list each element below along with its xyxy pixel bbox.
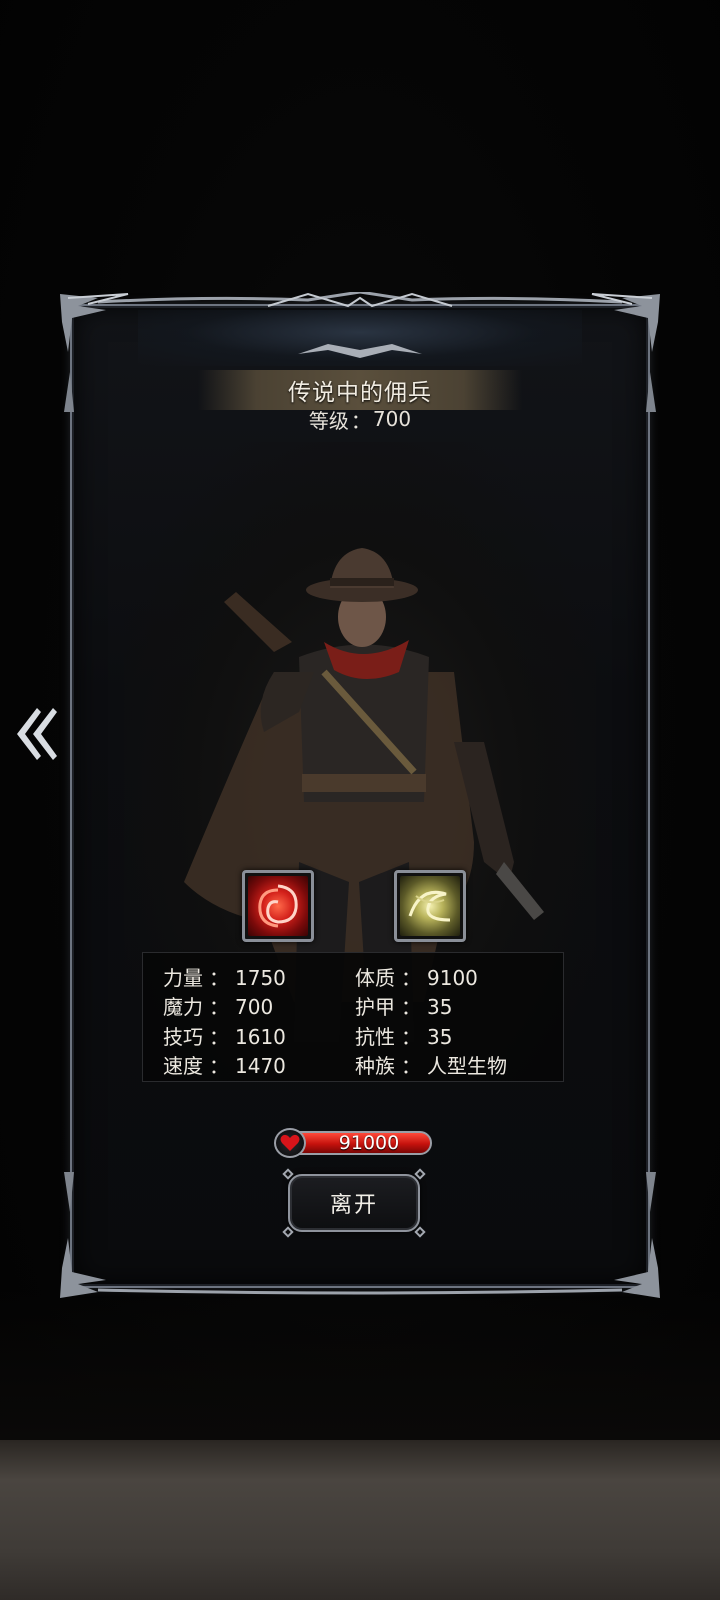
stat-constitution: 体质： 9100 bbox=[355, 966, 478, 990]
back-button[interactable] bbox=[10, 700, 60, 768]
game-screen: 传说中的佣兵 等级 ： 700 力量 ： 1750 体质 ： 9100 魔力 ：… bbox=[0, 0, 720, 1600]
hp-bar: 91000 bbox=[284, 1131, 432, 1155]
stats-panel: 力量： 1750 体质： 9100 魔力： 700 护甲： 35 技巧： 1610 抗性：… bbox=[142, 952, 564, 1082]
unit-info-panel: 传说中的佣兵 等级 ： 700 力量 ： 1750 体质 ： 9100 魔力 ：… bbox=[58, 292, 662, 1300]
red-vortex-skill-icon bbox=[248, 876, 308, 936]
yellow-swirl-skill-icon bbox=[400, 876, 460, 936]
hp-display: 91000 bbox=[274, 1128, 432, 1158]
floor-shadow bbox=[0, 1290, 720, 1440]
level-label: 等级 bbox=[308, 408, 349, 433]
stat-magic: 魔力： 700 bbox=[163, 995, 274, 1020]
skill-slot-2[interactable] bbox=[394, 870, 466, 942]
hp-value: 91000 bbox=[338, 1132, 400, 1154]
unit-level: 等级 ： 700 bbox=[198, 404, 522, 434]
skill-slot-1[interactable] bbox=[242, 870, 314, 942]
leave-button[interactable]: 离开 bbox=[282, 1168, 426, 1238]
stat-strength: 力量： 1750 bbox=[163, 966, 286, 990]
unit-name: 传说中的佣兵 bbox=[288, 380, 432, 406]
stat-speed: 速度： 1470 bbox=[163, 1053, 286, 1078]
leave-label: 离开 bbox=[329, 1193, 378, 1218]
panel-top-glow bbox=[138, 310, 582, 366]
stat-resistance: 抗性： 35 bbox=[355, 1024, 453, 1049]
stat-race: 种族：人型生物 bbox=[355, 1053, 507, 1078]
stat-armor: 护甲： 35 bbox=[355, 995, 453, 1020]
heart-icon bbox=[274, 1128, 306, 1158]
level-value: 700 bbox=[372, 407, 412, 431]
stone-floor bbox=[0, 1440, 720, 1600]
stat-skill: 技巧： 1610 bbox=[163, 1024, 286, 1049]
level-separator: ： bbox=[350, 408, 371, 433]
double-chevron-left-icon bbox=[17, 708, 57, 760]
